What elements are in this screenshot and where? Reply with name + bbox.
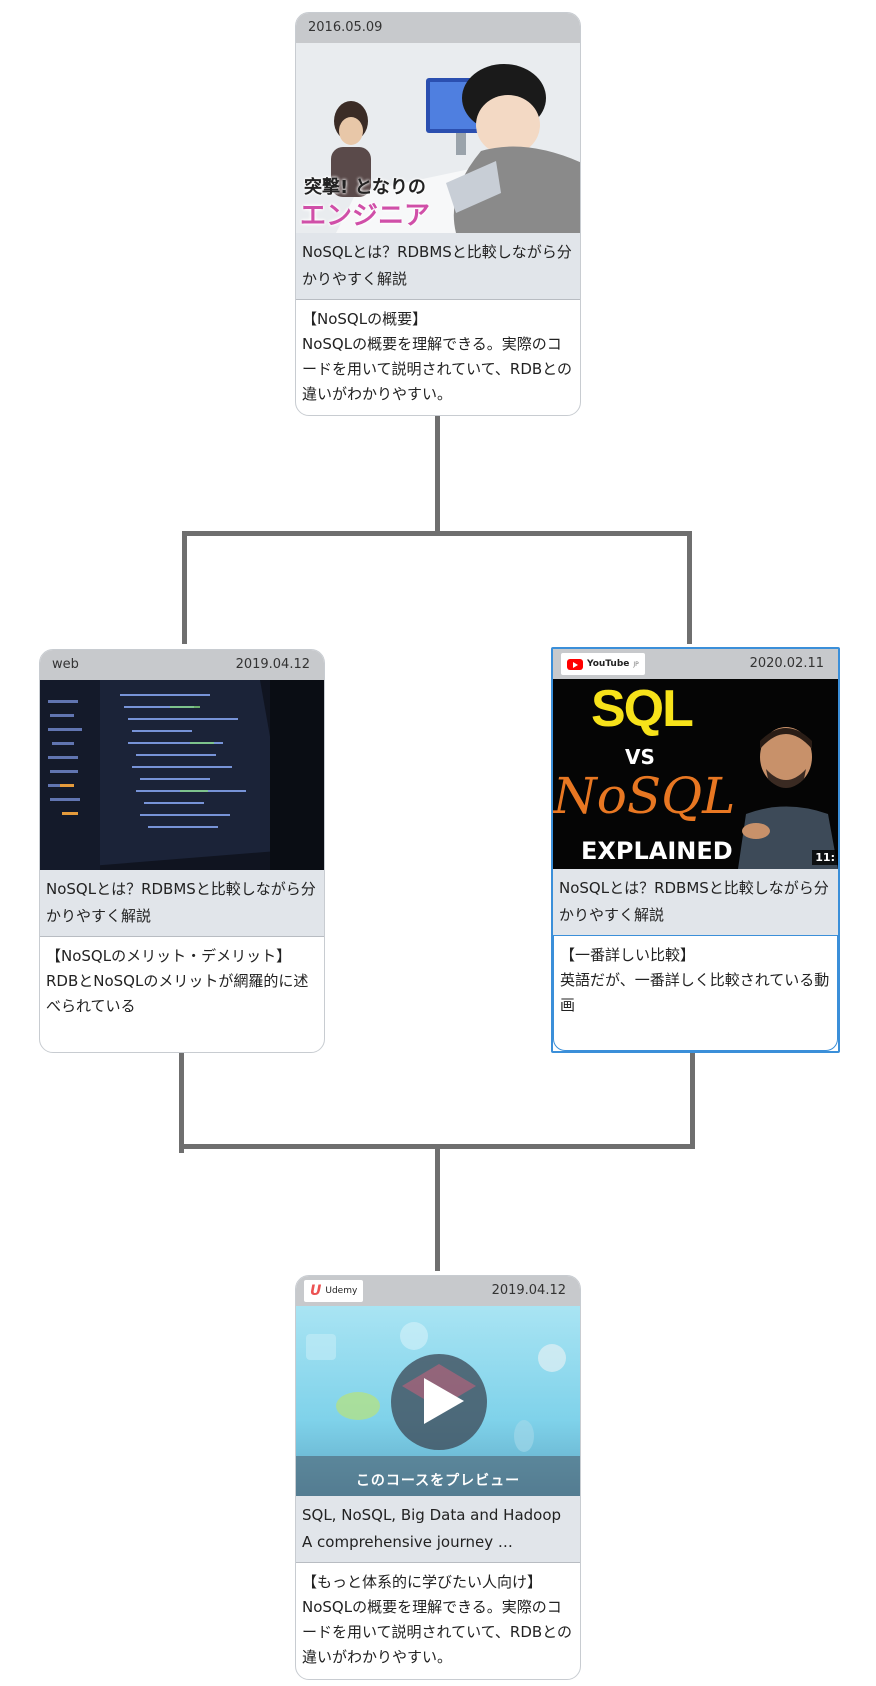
resource-card-left[interactable]: web 2019.04.12 NoSQLとは？RDBMSと比較しながら分かりやす… [39,649,325,1053]
resource-card-top[interactable]: 2016.05.09 突撃! となりの エンジニア NoSQLとは？RDBMSと… [295,12,581,416]
video-duration: 11: [812,850,838,865]
thumb-text-vs: VS [625,745,655,769]
code-screen-photo [40,680,324,870]
udemy-label: Udemy [325,1286,358,1296]
connector-upper-horizontal [184,531,691,536]
course-thumbnail[interactable]: このコースをプレビュー [296,1306,580,1496]
connector-lower-right-riser [690,1047,695,1149]
presenter-photo [738,727,838,869]
youtube-region: JP [633,660,639,668]
youtube-label: YouTube [587,659,630,669]
video-thumbnail[interactable]: SQL VS NoSQL EXPLAINED 11: [553,679,838,869]
card-description: 【一番詳しい比較】 英語だが、一番詳しく比較されている動画 [553,935,838,1051]
youtube-icon [567,658,583,670]
card-title[interactable]: SQL, NoSQL, Big Data and Hadoop A compre… [296,1496,580,1562]
thumb-text-nosql: NoSQL [553,767,736,825]
card-thumbnail[interactable] [40,680,324,870]
connector-upper-right-drop [687,531,692,644]
connector-upper-left-drop [182,531,187,644]
card-description: 【NoSQLのメリット・デメリット】 RDBとNoSQLのメリットが網羅的に述べ… [40,936,324,1052]
card-header: web 2019.04.12 [40,650,324,680]
card-date: 2019.04.12 [235,657,310,672]
resource-card-bottom[interactable]: U Udemy 2019.04.12 このコースをプレビュー SQL, NoSQ… [295,1275,581,1680]
card-header: U Udemy 2019.04.12 [296,1276,580,1306]
card-date: 2020.02.11 [749,656,824,671]
resource-card-right[interactable]: YouTube JP 2020.02.11 SQL VS NoSQL EXPLA… [551,647,840,1053]
udemy-badge: U Udemy [304,1280,364,1302]
card-title[interactable]: NoSQLとは？RDBMSと比較しながら分かりやすく解説 [553,869,838,935]
connector-top-stem [435,413,440,535]
card-header: 2016.05.09 [296,13,580,43]
youtube-badge: YouTube JP [561,653,645,675]
thumb-text-sql: SQL [591,680,694,738]
card-header: YouTube JP 2020.02.11 [553,649,838,679]
thumb-caption-line-2: エンジニア [300,201,431,231]
thumb-text-explained: EXPLAINED [581,837,733,865]
source-label: web [52,657,79,672]
card-date: 2016.05.09 [308,20,383,35]
card-description: 【もっと体系的に学びたい人向け】 NoSQLの概要を理解できる。実際のコードを用… [296,1562,580,1679]
card-title[interactable]: NoSQLとは？RDBMSと比較しながら分かりやすく解説 [40,870,324,936]
card-title[interactable]: NoSQLとは？RDBMSと比較しながら分かりやすく解説 [296,233,580,299]
connector-lower-left-riser [179,1047,184,1153]
connector-bottom-stem [435,1146,440,1271]
card-date: 2019.04.12 [491,1283,566,1298]
course-preview-art [296,1322,580,1496]
udemy-icon: U [310,1283,322,1299]
card-description: 【NoSQLの概要】 NoSQLの概要を理解できる。実際のコードを用いて説明され… [296,299,580,415]
card-thumbnail[interactable]: 突撃! となりの エンジニア [296,43,580,233]
preview-caption: このコースをプレビュー [355,1473,521,1489]
